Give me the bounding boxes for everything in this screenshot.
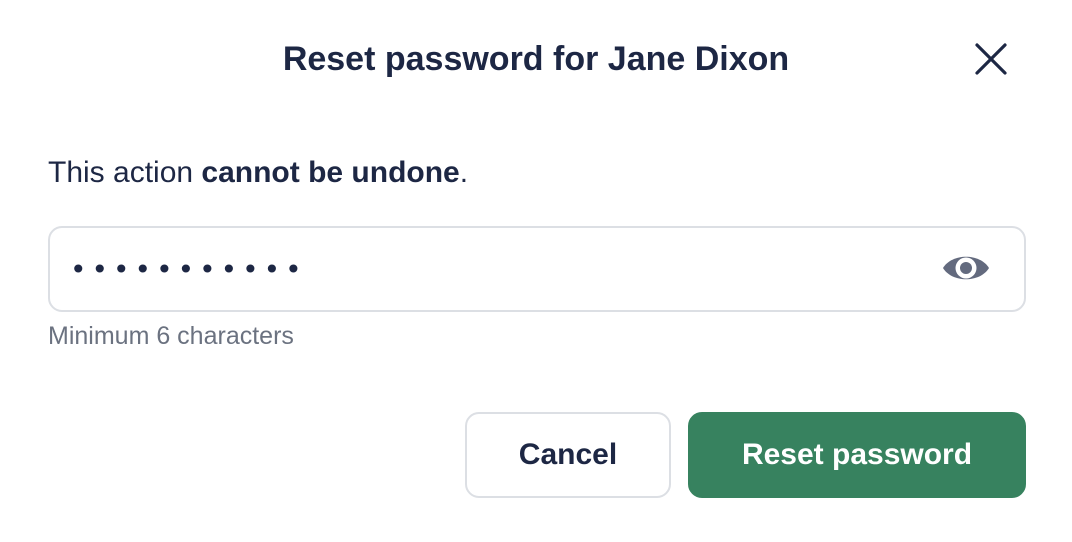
close-button[interactable]	[966, 36, 1016, 84]
eye-icon	[941, 251, 991, 288]
password-field	[48, 226, 1026, 312]
warning-suffix: .	[459, 156, 469, 189]
close-icon	[974, 42, 1008, 79]
reset-password-dialog: Reset password for Jane Dixon This actio…	[0, 0, 1072, 542]
warning-emphasis: cannot be undone	[201, 156, 460, 189]
dialog-title: Reset password for Jane Dixon	[282, 40, 790, 78]
toggle-password-visibility-button[interactable]	[936, 244, 996, 294]
warning-message: This action cannot be undone.	[48, 153, 468, 193]
warning-prefix: This action	[48, 156, 202, 189]
password-helper-text: Minimum 6 characters	[48, 322, 294, 350]
password-input[interactable]	[70, 244, 930, 294]
reset-password-button[interactable]: Reset password	[688, 412, 1026, 498]
cancel-button[interactable]: Cancel	[465, 412, 671, 498]
